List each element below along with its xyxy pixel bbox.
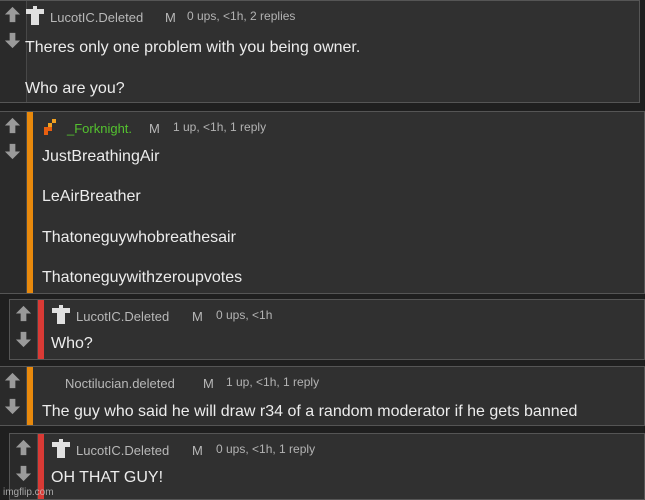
comment-text-line: Who? [51, 335, 93, 352]
pixel-avatar-icon[interactable] [42, 117, 62, 137]
up-arrow-icon[interactable] [3, 5, 22, 24]
up-arrow-icon[interactable] [3, 371, 22, 390]
down-arrow-icon[interactable] [3, 397, 22, 416]
comment-4: Noctilucian.deleted M 1 up, <1h, 1 reply… [0, 366, 645, 426]
vote-column [0, 1, 27, 102]
comment-2: _Forknight. M 1 up, <1h, 1 reply JustBre… [0, 111, 645, 294]
up-arrow-icon[interactable] [14, 304, 33, 323]
comment-text-line: LeAirBreather [42, 188, 141, 205]
up-arrow-icon[interactable] [3, 116, 22, 135]
mod-badge: M [149, 121, 160, 136]
mod-badge: M [203, 376, 214, 391]
comment-text-line: Thatoneguywithzeroupvotes [42, 269, 243, 286]
up-arrow-icon[interactable] [14, 438, 33, 457]
down-arrow-icon[interactable] [3, 142, 22, 161]
comment-text-line: OH THAT GUY! [51, 469, 164, 486]
down-arrow-icon[interactable] [14, 330, 33, 349]
comment-stats: 0 ups, <1h [216, 308, 273, 322]
comment-stats: 0 ups, <1h, 1 reply [216, 442, 316, 456]
watermark: imgflip.com [3, 487, 54, 498]
comment-text-line: The guy who said he will draw r34 of a r… [42, 403, 578, 420]
thread-bar-red [38, 300, 44, 359]
mod-badge: M [192, 443, 203, 458]
username-link[interactable]: Noctilucian.deleted [65, 376, 175, 391]
comment-3: LucotIC.Deleted M 0 ups, <1h Who? [9, 299, 645, 360]
comment-1: LucotIC.Deleted M 0 ups, <1h, 2 replies … [0, 0, 640, 103]
comment-text-line: JustBreathingAir [42, 148, 160, 165]
thread-bar-orange [27, 112, 33, 293]
vote-column [0, 367, 27, 425]
shirt-icon[interactable] [25, 6, 45, 26]
comment-5: LucotIC.Deleted M 0 ups, <1h, 1 reply OH… [9, 433, 645, 500]
comment-stats: 0 ups, <1h, 2 replies [187, 9, 296, 23]
username-link[interactable]: LucotIC.Deleted [76, 443, 169, 458]
vote-column [0, 112, 27, 293]
shirt-icon[interactable] [51, 439, 71, 459]
username-link[interactable]: _Forknight. [67, 121, 132, 136]
comment-stats: 1 up, <1h, 1 reply [173, 120, 267, 134]
down-arrow-icon[interactable] [3, 31, 22, 50]
comment-stats: 1 up, <1h, 1 reply [226, 375, 320, 389]
username-link[interactable]: LucotIC.Deleted [76, 309, 169, 324]
down-arrow-icon[interactable] [14, 464, 33, 483]
username-link[interactable]: LucotIC.Deleted [50, 10, 143, 25]
mod-badge: M [165, 10, 176, 25]
mod-badge: M [192, 309, 203, 324]
vote-column [10, 300, 38, 359]
shirt-icon[interactable] [51, 305, 71, 325]
comment-text-line: Who are you? [25, 80, 125, 97]
comment-text-line: Thatoneguywhobreathesair [42, 229, 236, 246]
thread-bar-orange [27, 367, 33, 425]
comment-text-line: Theres only one problem with you being o… [25, 39, 361, 56]
